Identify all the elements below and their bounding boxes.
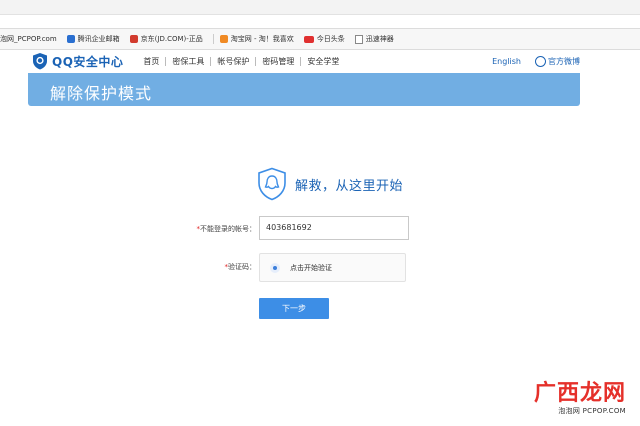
bookmark-xunsu[interactable]: 迅速神器 (354, 34, 394, 44)
bookmark-taobao[interactable]: 淘宝网 - 淘！我喜欢 (219, 34, 294, 44)
bookmark-tencent-mail[interactable]: 腾讯企业邮箱 (66, 34, 120, 44)
jd-icon (129, 35, 138, 43)
toutiao-icon (303, 35, 314, 43)
page-banner: 解除保护模式 (28, 73, 580, 106)
page-title: 解除保护模式 (50, 84, 153, 103)
bookmark-separator (212, 34, 214, 44)
hero: 解救，从这里开始 (257, 167, 403, 201)
nav-password-management[interactable]: 密码管理 (255, 56, 300, 66)
account-label: *不能登录的帐号： (196, 225, 257, 233)
bookmarks-bar: 泡网_PCPOP.com 腾讯企业邮箱 京东(JD.COM)-正品 淘宝网 - … (0, 28, 640, 50)
weibo-icon (535, 55, 546, 67)
account-input[interactable]: 403681692 (259, 216, 409, 240)
watermark: 广西龙网 泡泡网 PCPOP.COM (534, 382, 626, 416)
header-right: English 官方微博 (492, 55, 580, 67)
browser-top-strip (0, 0, 640, 15)
captcha-verify-button[interactable]: 点击开始验证 (259, 253, 406, 282)
site-header: QQ安全中心 首页 密保工具 帐号保护 密码管理 安全学堂 English 官方… (28, 49, 580, 73)
next-step-button[interactable]: 下一步 (259, 298, 329, 319)
site-logo[interactable]: QQ安全中心 (32, 52, 123, 70)
hero-text: 解救，从这里开始 (295, 178, 404, 194)
bookmark-pcpop[interactable]: 泡网_PCPOP.com (0, 34, 57, 44)
nav-security-school[interactable]: 安全学堂 (300, 56, 345, 66)
watermark-site: 泡泡网 PCPOP.COM (558, 407, 626, 415)
nav-account-protection[interactable]: 帐号保护 (210, 56, 255, 66)
logo-text: QQ安全中心 (52, 54, 124, 69)
captcha-dot-icon (270, 262, 280, 273)
language-link[interactable]: English (492, 57, 521, 66)
qq-penguin-shield-icon (258, 167, 286, 201)
page-icon (354, 34, 363, 44)
captcha-text: 点击开始验证 (290, 263, 332, 272)
bookmark-toutiao[interactable]: 今日头条 (303, 34, 345, 44)
nav-security-tools[interactable]: 密保工具 (165, 56, 210, 66)
weibo-link[interactable]: 官方微博 (535, 55, 580, 67)
qq-shield-icon (33, 53, 47, 70)
captcha-label: *验证码： (224, 263, 257, 271)
nav-home[interactable]: 首页 (137, 57, 165, 66)
tencent-mail-icon (66, 35, 75, 43)
taobao-icon (219, 35, 228, 43)
watermark-logo-text: 广西龙网 (533, 381, 626, 406)
bookmark-jd[interactable]: 京东(JD.COM)-正品 (129, 34, 203, 44)
